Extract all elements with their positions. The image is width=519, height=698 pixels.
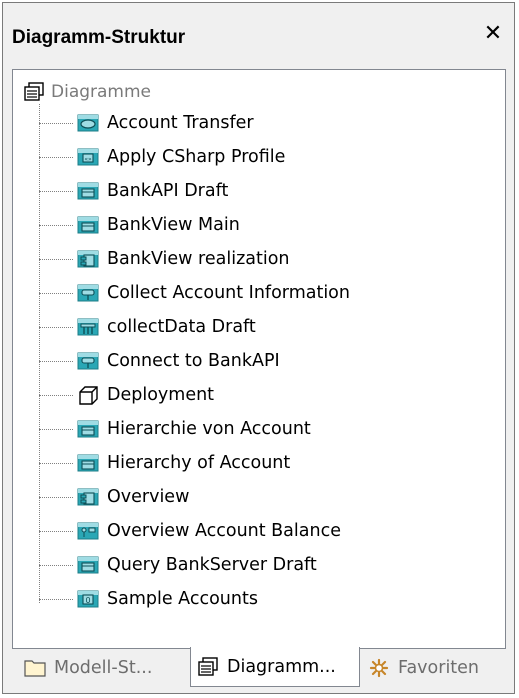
tree-item[interactable]: BankAPI Draft [39, 176, 228, 206]
tree-item-label: Account Transfer [107, 113, 254, 133]
tree-item[interactable]: Deployment [39, 380, 214, 410]
tree-item[interactable]: Account Transfer [39, 108, 254, 138]
class-diagram-icon [77, 182, 99, 200]
close-icon[interactable]: ✕ [482, 23, 504, 45]
tree-branch-line [39, 462, 73, 464]
diagram-stack-icon [24, 82, 44, 101]
tree-item[interactable]: Query BankServer Draft [39, 550, 317, 580]
component-diagram-icon [77, 488, 99, 506]
tree-item-label: Apply CSharp Profile [107, 147, 286, 167]
class-diagram-icon [77, 556, 99, 574]
tab-label: Modell-St... [54, 658, 153, 678]
tree-branch-line [39, 428, 73, 430]
favorites-icon [369, 658, 389, 678]
tree-item[interactable]: Hierarchie von Account [39, 414, 311, 444]
tree-item-label: Overview Account Balance [107, 521, 341, 541]
tree-branch-line [39, 326, 73, 328]
class-diagram-icon [77, 420, 99, 438]
tab-diagram-structure[interactable]: Diagramm... [190, 647, 360, 687]
tree-item[interactable]: Collect Account Information [39, 278, 350, 308]
tree-item[interactable]: Overview Account Balance [39, 516, 341, 546]
diagram-structure-window: Diagramm-Struktur ✕ Diagramme Account Tr… [2, 2, 515, 694]
tree-branch-line [39, 122, 73, 124]
tree-item-label: Collect Account Information [107, 283, 350, 303]
tree-item-label: Overview [107, 487, 190, 507]
tree-item-label: Query BankServer Draft [107, 555, 317, 575]
svg-text:0: 0 [85, 596, 90, 605]
diagram-stack-icon [198, 656, 218, 676]
tree-root-label: Diagramme [51, 82, 152, 102]
tree-branch-line [39, 394, 73, 396]
activity-diagram-icon [77, 284, 99, 302]
activity-diagram-icon [77, 352, 99, 370]
tree-branch-line [39, 292, 73, 294]
tree-item[interactable]: «» Apply CSharp Profile [39, 142, 285, 172]
tree-panel: Diagramme Account Transfer «» Apply CSharp… [12, 69, 506, 649]
tree-item-label: Hierarchy of Account [107, 453, 291, 473]
window-title: Diagramm-Struktur [12, 27, 186, 48]
composite-diagram-icon [77, 522, 99, 540]
tree-branch-line [39, 530, 73, 532]
class-diagram-icon [77, 216, 99, 234]
deployment-diagram-icon [79, 386, 98, 405]
window-titlebar: Diagramm-Struktur ✕ [3, 3, 514, 65]
diagram-tree: Diagramme Account Transfer «» Apply CSharp… [13, 70, 505, 648]
tree-item[interactable]: 0 Sample Accounts [39, 584, 258, 614]
tab-label: Favoriten [398, 658, 480, 678]
usecase-diagram-icon [77, 114, 99, 132]
tab-label: Diagramm... [227, 656, 336, 677]
tree-branch-line [39, 156, 73, 158]
tab-model-structure[interactable]: Modell-St... [16, 649, 184, 687]
component-diagram-icon [77, 250, 99, 268]
tree-branch-line [39, 496, 73, 498]
tree-branch-line [39, 190, 73, 192]
tree-item-label: Hierarchie von Account [107, 419, 311, 439]
tree-item[interactable]: Overview [39, 482, 189, 512]
tree-item-label: Sample Accounts [107, 589, 258, 609]
tree-branch-line [39, 564, 73, 566]
folder-icon [24, 660, 46, 677]
object-diagram-icon: 0 [77, 590, 99, 608]
tree-item-label: BankView Main [107, 215, 240, 235]
tree-item-label: collectData Draft [107, 317, 256, 337]
tree-branch-line [39, 598, 73, 600]
class-diagram-icon [77, 454, 99, 472]
svg-text:«»: «» [84, 156, 92, 163]
tree-item[interactable]: BankView Main [39, 210, 240, 240]
sequence-diagram-icon [77, 318, 99, 336]
tree-branch-line [39, 224, 73, 226]
tree-item[interactable]: collectData Draft [39, 312, 256, 342]
panel-tabs: Modell-St... Diagramm... Favoriten [12, 647, 505, 689]
tree-item-label: Deployment [107, 385, 215, 405]
profile-diagram-icon: «» [77, 148, 99, 166]
tree-item-label: BankAPI Draft [107, 181, 229, 201]
tree-branch-line [39, 360, 73, 362]
tree-item-label: Connect to BankAPI [107, 351, 280, 371]
tree-item[interactable]: BankView realization [39, 244, 290, 274]
tab-favorites[interactable]: Favoriten [364, 649, 504, 687]
tree-root[interactable]: Diagramme [23, 79, 151, 105]
tree-item[interactable]: Hierarchy of Account [39, 448, 290, 478]
tree-item[interactable]: Connect to BankAPI [39, 346, 280, 376]
tree-item-label: BankView realization [107, 249, 290, 269]
tree-branch-line [39, 258, 73, 260]
